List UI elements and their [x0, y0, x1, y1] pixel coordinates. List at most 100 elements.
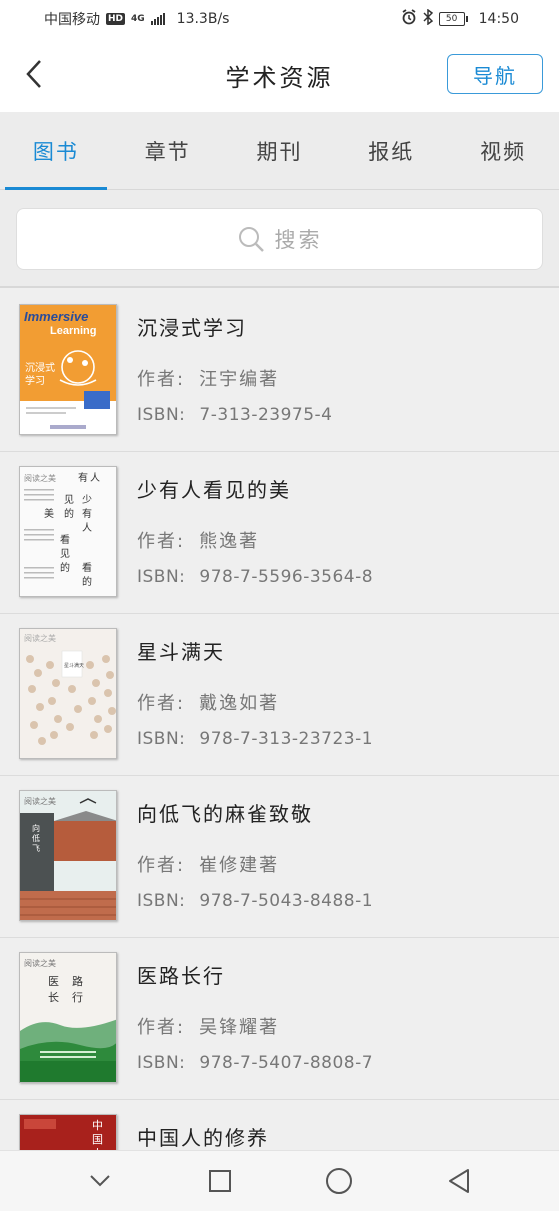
isbn-value: 7-313-23975-4: [199, 405, 333, 425]
list-item[interactable]: 阅读之美 有 人 见 少 的 有 美 人 看 见 的 看 的 少有人看见的美 作…: [0, 452, 559, 614]
svg-text:人: 人: [82, 522, 92, 534]
clock-time: 14:50: [478, 11, 519, 27]
network-speed: 13.3B/s: [176, 11, 230, 27]
network-type: 4G: [131, 14, 145, 24]
tab-chapters[interactable]: 章节: [112, 112, 224, 190]
svg-text:的: 的: [82, 575, 92, 588]
bluetooth-icon: [423, 8, 433, 29]
svg-text:Learning: Learning: [50, 325, 96, 337]
svg-text:国: 国: [92, 1133, 103, 1146]
svg-text:长: 长: [48, 991, 59, 1004]
isbn-label: ISBN:: [137, 729, 186, 749]
alarm-icon: [401, 9, 417, 29]
book-isbn: ISBN: 7-313-23975-4: [137, 405, 332, 425]
svg-text:看: 看: [82, 561, 92, 574]
back-button[interactable]: [16, 56, 52, 92]
svg-text:阅读之美: 阅读之美: [24, 796, 56, 806]
tab-journals[interactable]: 期刊: [224, 112, 336, 190]
svg-text:少: 少: [82, 494, 92, 506]
carrier-label: 中国移动: [44, 12, 100, 28]
book-isbn: ISBN: 978-7-5407-8808-7: [137, 1053, 373, 1073]
book-author: 作者: 熊逸著: [137, 527, 373, 553]
list-item[interactable]: 阅读之美 向 低 飞 向低飞的麻雀致敬 作者: 崔修建著 ISBN: 978-7-5…: [0, 776, 559, 938]
book-cover: 阅读之美 有 人 见 少 的 有 美 人 看 见 的 看 的: [19, 466, 117, 597]
author-label: 作者:: [137, 693, 186, 714]
author-label: 作者:: [137, 855, 186, 876]
book-isbn: ISBN: 978-7-313-23723-1: [137, 729, 373, 749]
author-value: 吴锋耀著: [199, 1017, 280, 1038]
tab-books[interactable]: 图书: [0, 112, 112, 191]
isbn-value: 978-7-313-23723-1: [199, 729, 374, 749]
isbn-label: ISBN:: [137, 891, 186, 911]
svg-text:见: 见: [64, 494, 74, 506]
search-input[interactable]: 搜索: [16, 208, 543, 270]
svg-text:Immersive: Immersive: [24, 309, 88, 324]
isbn-label: ISBN:: [137, 405, 186, 425]
book-title: 中国人的修养: [137, 1126, 269, 1150]
tab-videos[interactable]: 视频: [447, 112, 559, 190]
battery-icon: 50: [438, 12, 468, 26]
status-bar: 中国移动 HD 4G 13.3B/s 50 14:50: [0, 0, 559, 38]
list-item[interactable]: 阅读之美 医 路 长 行 医路长行 作者: 吴锋耀著 ISBN: 978-7-540…: [0, 938, 559, 1100]
book-author: 作者: 崔修建著: [137, 851, 373, 877]
svg-text:有: 有: [82, 507, 92, 520]
book-cover: 阅读之美 星斗满天: [19, 628, 117, 759]
system-back-button[interactable]: [434, 1156, 484, 1206]
isbn-label: ISBN:: [137, 567, 186, 587]
svg-text:美: 美: [44, 507, 54, 520]
list-item[interactable]: 中 国 人 中国人的修养: [0, 1100, 559, 1150]
author-value: 戴逸如著: [199, 693, 280, 714]
svg-text:沉浸式: 沉浸式: [25, 361, 55, 374]
search-icon: [238, 227, 264, 252]
book-list: Immersive Learning 沉浸式 学习 沉浸式学习 作者: 汪宇编著 …: [0, 290, 559, 1150]
svg-text:飞: 飞: [32, 844, 40, 853]
system-nav-bar: [0, 1150, 559, 1211]
app-header: 学术资源 导航: [0, 38, 559, 112]
chevron-left-icon: [26, 60, 41, 88]
author-value: 汪宇编著: [199, 369, 280, 390]
book-cover: 阅读之美 向 低 飞: [19, 790, 117, 921]
category-tabs: 图书 章节 期刊 报纸 视频: [0, 112, 559, 191]
svg-text:的: 的: [60, 561, 70, 574]
isbn-value: 978-7-5407-8808-7: [199, 1053, 374, 1073]
search-area: 搜索: [0, 190, 559, 288]
book-isbn: ISBN: 978-7-5596-3564-8: [137, 567, 373, 587]
book-title: 少有人看见的美: [137, 478, 291, 502]
svg-text:向: 向: [32, 823, 40, 833]
isbn-value: 978-7-5043-8488-1: [199, 891, 374, 911]
author-value: 崔修建著: [199, 855, 280, 876]
navigation-button[interactable]: 导航: [447, 54, 543, 94]
svg-text:有: 有: [78, 471, 88, 484]
book-author: 作者: 吴锋耀著: [137, 1013, 373, 1039]
signal-icon: [150, 13, 165, 25]
book-cover: Immersive Learning 沉浸式 学习: [19, 304, 117, 435]
tab-newspapers[interactable]: 报纸: [335, 112, 447, 190]
collapse-button[interactable]: [75, 1156, 125, 1206]
author-label: 作者:: [137, 531, 186, 552]
book-title: 星斗满天: [137, 640, 225, 664]
book-title: 沉浸式学习: [137, 316, 247, 340]
svg-text:路: 路: [72, 975, 83, 988]
svg-text:阅读之美: 阅读之美: [24, 633, 56, 643]
svg-text:阅读之美: 阅读之美: [24, 473, 56, 483]
recent-apps-button[interactable]: [195, 1156, 245, 1206]
list-item[interactable]: Immersive Learning 沉浸式 学习 沉浸式学习 作者: 汪宇编著 …: [0, 290, 559, 452]
book-cover: 阅读之美 医 路 长 行: [19, 952, 117, 1083]
isbn-label: ISBN:: [137, 1053, 186, 1073]
page-title: 学术资源: [225, 63, 334, 92]
svg-text:阅读之美: 阅读之美: [24, 958, 56, 968]
hd-badge: HD: [106, 13, 126, 25]
author-value: 熊逸著: [199, 531, 260, 552]
svg-text:中: 中: [92, 1119, 103, 1132]
square-icon: [208, 1170, 231, 1192]
home-button[interactable]: [314, 1156, 364, 1206]
svg-text:星斗满天: 星斗满天: [64, 662, 84, 669]
author-label: 作者:: [137, 1017, 186, 1038]
book-author: 作者: 戴逸如著: [137, 689, 373, 715]
svg-text:低: 低: [32, 833, 40, 843]
svg-text:的: 的: [64, 507, 74, 520]
isbn-value: 978-7-5596-3564-8: [199, 567, 374, 587]
svg-text:看: 看: [60, 533, 70, 546]
list-item[interactable]: 阅读之美 星斗满天 星斗满天 作者: 戴逸如著 ISBN: 978-7-313-23…: [0, 614, 559, 776]
book-cover: 中 国 人: [19, 1114, 117, 1150]
